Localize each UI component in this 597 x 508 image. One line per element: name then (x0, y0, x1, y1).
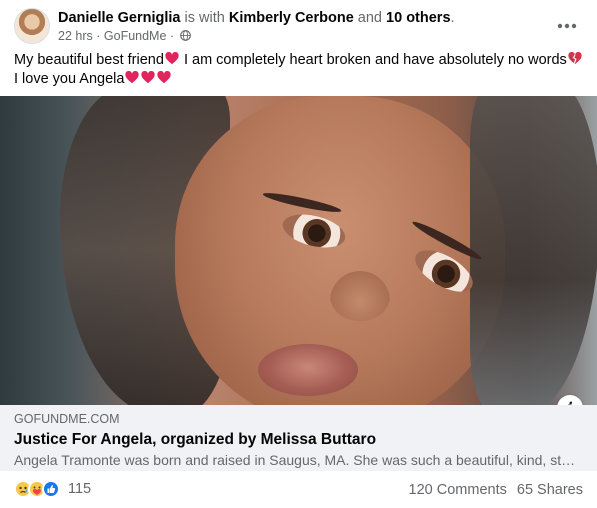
message-part-1: My beautiful best friend (14, 52, 164, 68)
shares-count[interactable]: 65 Shares (517, 482, 583, 498)
image-hair-right (470, 96, 597, 405)
others-link[interactable]: 10 others (386, 10, 450, 26)
link-preview[interactable]: GOFUNDME.COM Justice For Angela, organiz… (0, 405, 597, 471)
message-part-2: I am completely heart broken and have ab… (179, 52, 567, 68)
period: . (450, 10, 455, 26)
post-message: My beautiful best friend I am completely… (14, 51, 584, 89)
red-heart-emoji (165, 52, 179, 65)
image-nose (330, 271, 390, 321)
meta-separator: · (96, 29, 101, 43)
reaction-count[interactable]: 115 (68, 481, 91, 497)
post-footer: 115 120 Comments 65 Shares (14, 480, 583, 502)
red-heart-emoji (157, 71, 172, 84)
message-part-3: I love you Angela (14, 71, 125, 87)
broken-heart-emoji (568, 52, 582, 65)
post-source[interactable]: GoFundMe (104, 29, 167, 43)
post-time[interactable]: 22 hrs (58, 29, 93, 43)
tagged-person[interactable]: Kimberly Cerbone (229, 10, 354, 26)
reaction-summary[interactable]: 115 (14, 480, 91, 498)
more-options-icon[interactable] (551, 10, 583, 42)
and-text: and (357, 10, 382, 26)
author-name[interactable]: Danielle Gerniglia (58, 10, 181, 26)
link-preview-image[interactable] (0, 96, 597, 405)
engagement-stats: 120 Comments 65 Shares (403, 482, 583, 498)
comments-count[interactable]: 120 Comments (409, 482, 507, 498)
facebook-post: Danielle Gerniglia is with Kimberly Cerb… (0, 0, 597, 508)
post-header: Danielle Gerniglia is with Kimberly Cerb… (14, 8, 583, 44)
link-domain: GOFUNDME.COM (14, 412, 120, 426)
author-line: Danielle Gerniglia is with Kimberly Cerb… (58, 9, 455, 27)
with-text: is with (184, 10, 225, 26)
red-heart-emoji (125, 71, 140, 84)
post-header-text: Danielle Gerniglia is with Kimberly Cerb… (58, 9, 455, 44)
link-title[interactable]: Justice For Angela, organized by Melissa… (14, 430, 583, 450)
meta-separator-2: · (169, 29, 175, 43)
image-lips (258, 344, 358, 396)
globe-icon[interactable] (179, 30, 191, 41)
like-reaction-icon (42, 480, 60, 498)
post-meta: 22 hrs · GoFundMe · (58, 28, 455, 44)
avatar[interactable] (14, 8, 50, 44)
link-description: Angela Tramonte was born and raised in S… (14, 452, 576, 468)
red-heart-emoji (141, 71, 156, 84)
